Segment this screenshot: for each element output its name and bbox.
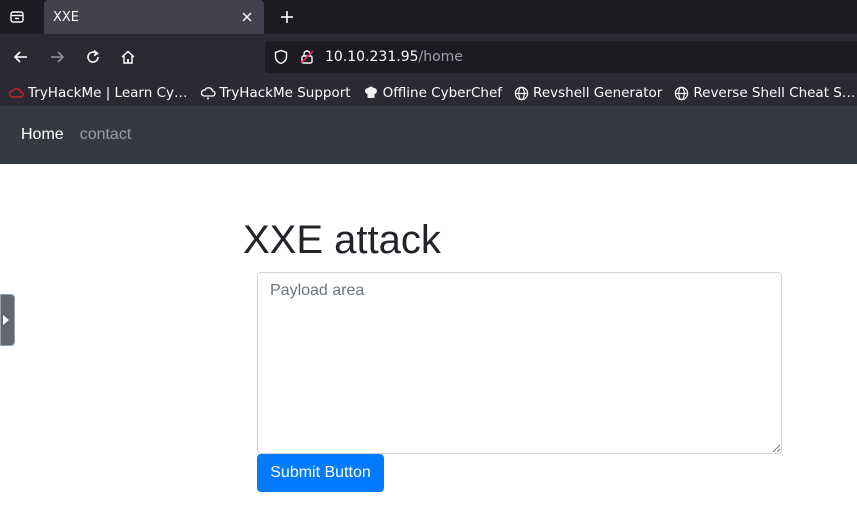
chef-hat-icon — [364, 86, 377, 98]
page-title: XXE attack — [243, 218, 441, 262]
bookmark-offline-cyberchef[interactable]: Offline CyberChef — [363, 85, 502, 101]
bookmark-label: TryHackMe Support — [219, 85, 351, 101]
tab-close-button[interactable] — [236, 6, 258, 28]
address-bar[interactable]: 10.10.231.95/home — [265, 41, 857, 73]
bookmark-label: Revshell Generator — [533, 85, 663, 101]
url-host: 10.10.231.95 — [325, 49, 419, 65]
home-button[interactable] — [116, 45, 140, 69]
submit-button[interactable]: Submit Button — [257, 454, 384, 492]
tab-strip: XXE — [0, 0, 857, 34]
bookmark-tryhackme-support[interactable]: TryHackMe Support — [200, 85, 351, 101]
nav-link-contact[interactable]: contact — [80, 126, 132, 144]
forward-arrow-icon — [51, 51, 65, 63]
bookmark-tryhackme[interactable]: TryHackMe | Learn Cy… — [8, 85, 188, 101]
home-icon — [121, 50, 135, 64]
reload-button[interactable] — [81, 45, 105, 69]
tab-list-icon — [10, 11, 24, 23]
site-navbar: Home contact — [0, 106, 857, 164]
cloud-support-icon — [200, 87, 216, 100]
globe-icon — [675, 86, 689, 100]
new-tab-button[interactable] — [275, 5, 299, 29]
reload-icon — [87, 49, 99, 63]
bookmark-reverse-shell-cheat-sheet[interactable]: Reverse Shell Cheat S… — [674, 85, 855, 101]
tab-active[interactable]: XXE — [44, 0, 264, 34]
bookmark-revshell-generator[interactable]: Revshell Generator — [514, 85, 662, 101]
back-arrow-icon — [13, 51, 27, 63]
globe-icon — [514, 86, 529, 100]
tab-title: XXE — [53, 9, 80, 25]
tab-list-button[interactable] — [0, 0, 34, 34]
browser-window: XXE 10.10.231.95 /home TryHackMe | Learn… — [0, 0, 857, 516]
bookmark-label: Offline CyberChef — [382, 85, 503, 101]
insecure-lock-icon — [300, 50, 314, 64]
page-content: XXE attack Submit Button — [0, 164, 857, 516]
close-icon — [242, 12, 252, 22]
side-panel-handle[interactable] — [0, 294, 15, 346]
bookmark-label: TryHackMe | Learn Cy… — [28, 85, 188, 101]
navigation-toolbar: 10.10.231.95/home — [0, 34, 857, 80]
play-arrow-icon — [3, 315, 9, 325]
tryhackme-cloud-icon — [8, 88, 24, 98]
forward-button[interactable] — [45, 45, 69, 69]
url-path: /home — [418, 49, 463, 65]
payload-textarea[interactable] — [257, 272, 782, 454]
shield-icon — [274, 49, 288, 65]
back-button[interactable] — [9, 45, 33, 69]
nav-link-home[interactable]: Home — [21, 126, 64, 144]
bookmarks-toolbar: TryHackMe | Learn Cy… TryHackMe Support … — [0, 80, 857, 106]
plus-icon — [281, 11, 293, 23]
bookmark-label: Reverse Shell Cheat S… — [693, 85, 856, 101]
